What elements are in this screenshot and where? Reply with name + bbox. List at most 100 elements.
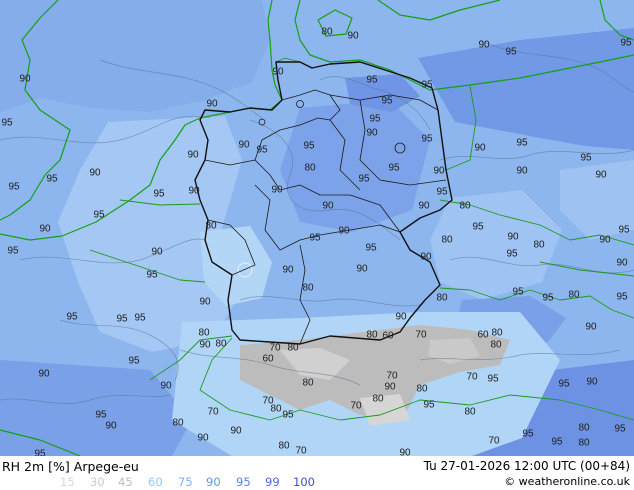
contour-label: 95 [614, 424, 626, 435]
contour-label: 90 [188, 186, 200, 197]
contour-label: 95 [7, 246, 19, 257]
contour-label: 95 [95, 410, 107, 421]
contour-label: 70 [350, 401, 362, 412]
legend-value: 15 [60, 475, 75, 489]
legend-value: 95 [236, 475, 251, 489]
contour-label: 95 [116, 314, 128, 325]
contour-label: 95 [369, 114, 381, 125]
contour-label: 80 [416, 384, 428, 395]
contour-label: 90 [366, 128, 378, 139]
contour-label: 90 [199, 340, 211, 351]
legend-value: 99 [265, 475, 280, 489]
contour-label: 95 [542, 293, 554, 304]
contour-label: 80 [464, 407, 476, 418]
contour-label: 95 [366, 75, 378, 86]
contour-label: 80 [568, 290, 580, 301]
copyright-notice: © weatheronline.co.uk [504, 475, 630, 488]
contour-label: 95 [303, 141, 315, 152]
contour-label: 90 [39, 224, 51, 235]
contour-label: 90 [586, 377, 598, 388]
contour-label: 95 [487, 374, 499, 385]
contour-label: 95 [309, 233, 321, 244]
contour-label: 80 [578, 438, 590, 449]
contour-label: 80 [459, 201, 471, 212]
contour-label: 80 [304, 163, 316, 174]
contour-label: 95 [522, 429, 534, 440]
contour-label: 90 [272, 67, 284, 78]
contour-label: 90 [478, 40, 490, 51]
contour-label: 95 [620, 38, 632, 49]
contour-label: 90 [418, 201, 430, 212]
legend-value: 30 [90, 475, 105, 489]
weather-map-view: 80 90 95 90 95 90 90 95 95 95 90 95 95 90 95 95 90 95 90 95… [0, 0, 634, 490]
contour-label: 95 [153, 189, 165, 200]
contour-label: 90 [38, 369, 50, 380]
contour-label: 70 [488, 436, 500, 447]
contour-label: 80 [270, 404, 282, 415]
contour-label: 60 [382, 331, 394, 342]
contour-label: 90 [160, 381, 172, 392]
contour-label: 90 [474, 143, 486, 154]
contour-label: 90 [206, 99, 218, 110]
contour-label: 95 [436, 187, 448, 198]
legend-value: 100 [293, 475, 315, 489]
contour-label: 90 [507, 232, 519, 243]
contour-label: 90 [433, 166, 445, 177]
contour-label: 90 [19, 74, 31, 85]
contour-label: 70 [269, 343, 281, 354]
contour-label: 80 [302, 378, 314, 389]
contour-label: 90 [595, 170, 607, 181]
contour-label: 90 [420, 252, 432, 263]
contour-label: 95 [423, 400, 435, 411]
contour-label: 95 [282, 410, 294, 421]
contour-label: 95 [365, 243, 377, 254]
contour-label: 80 [372, 394, 384, 405]
contour-label: 95 [93, 210, 105, 221]
contour-label: 80 [491, 328, 503, 339]
contour-label: 95 [1, 118, 13, 129]
contour-label: 80 [436, 293, 448, 304]
contour-label: 95 [580, 153, 592, 164]
contour-label: 90 [238, 140, 250, 151]
contour-label: 90 [356, 264, 368, 275]
contour-label: 80 [490, 340, 502, 351]
contour-label: 95 [146, 270, 158, 281]
contour-label: 95 [472, 222, 484, 233]
contour-label: 60 [477, 330, 489, 341]
contour-label: 80 [366, 330, 378, 341]
contour-label: 70 [415, 330, 427, 341]
contour-label: 90 [516, 166, 528, 177]
contour-label: 60 [262, 354, 274, 365]
contour-label: 90 [384, 382, 396, 393]
contour-label: 95 [8, 182, 20, 193]
contour-label: 95 [421, 80, 433, 91]
contour-label: 80 [215, 339, 227, 350]
contour-label: 90 [395, 312, 407, 323]
contour-label: 90 [338, 226, 350, 237]
contour-label: 90 [585, 322, 597, 333]
contour-label: 80 [287, 343, 299, 354]
contour-label: 70 [207, 407, 219, 418]
contour-label: 95 [512, 287, 524, 298]
contour-label: 90 [89, 168, 101, 179]
legend-value: 60 [148, 475, 163, 489]
contour-label: 90 [197, 433, 209, 444]
contour-label: 95 [381, 96, 393, 107]
legend-value: 75 [178, 475, 193, 489]
contour-label: 90 [271, 185, 283, 196]
contour-label: 95 [551, 437, 563, 448]
contour-label: 80 [533, 240, 545, 251]
contour-label: 95 [558, 379, 570, 390]
map-title: RH 2m [%] Arpege-eu [2, 459, 139, 474]
contour-label: 80 [278, 441, 290, 452]
contour-label: 90 [599, 235, 611, 246]
contour-label: 95 [516, 138, 528, 149]
contour-label: 95 [616, 292, 628, 303]
map-footer: RH 2m [%] Arpege-eu Tu 27-01-2026 12:00 … [0, 456, 634, 490]
contour-label: 95 [256, 145, 268, 156]
contour-label: 90 [347, 31, 359, 42]
contour-label: 70 [295, 446, 307, 457]
humidity-map: 80 909590959090 95 95959095959095 9590 95 9095… [0, 0, 634, 456]
contour-label: 90 [616, 258, 628, 269]
contour-label: 95 [128, 356, 140, 367]
